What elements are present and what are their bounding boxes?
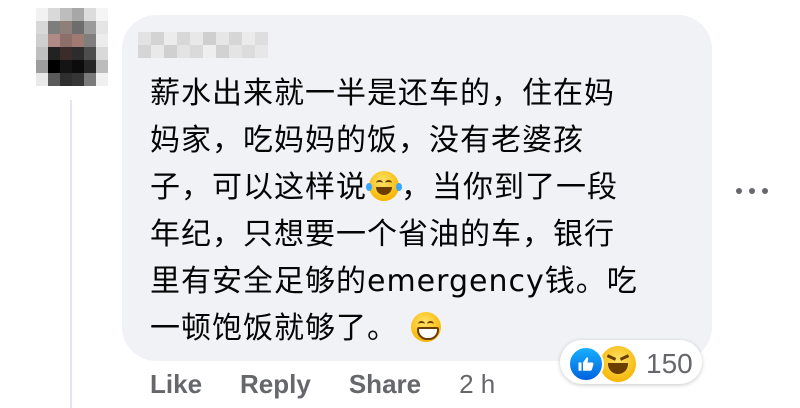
haha-icon [598, 344, 638, 384]
like-button[interactable]: Like [150, 369, 202, 400]
comment-line: 薪水出来就一半是还车的，住在妈 [150, 76, 615, 111]
comment-line: 子，可以这样说 ，当你到了一段 [150, 164, 670, 211]
like-icon [568, 346, 604, 382]
comment-line-segment: 一顿饱饭就够了。 [150, 311, 398, 346]
grinning-face-icon [410, 312, 441, 342]
face-with-tears-of-joy-icon [366, 171, 402, 201]
share-button[interactable]: Share [349, 369, 421, 400]
timestamp[interactable]: 2 h [459, 369, 495, 400]
comment-line: 里有安全足够的emergency钱。吃 [150, 264, 638, 299]
comment-line: 年纪，只想要一个省油的车，银行 [150, 217, 615, 252]
more-options-icon[interactable] [736, 186, 768, 196]
comment-line-segment: 子，可以这样说 [150, 170, 367, 205]
reaction-count: 150 [646, 348, 693, 379]
comment-line-segment: ，当你到了一段 [401, 170, 618, 205]
comment-text: 薪水出来就一半是还车的，住在妈 妈家，吃妈妈的饭，没有老婆孩 子，可以这样说 ，当… [150, 70, 670, 352]
comment-line: 妈家，吃妈妈的饭，没有老婆孩 [150, 123, 584, 158]
author-name[interactable] [138, 32, 268, 58]
reply-button[interactable]: Reply [240, 369, 311, 400]
comment-actions: Like Reply Share 2 h [150, 366, 495, 402]
thread-line [70, 100, 72, 408]
avatar[interactable] [36, 8, 108, 86]
